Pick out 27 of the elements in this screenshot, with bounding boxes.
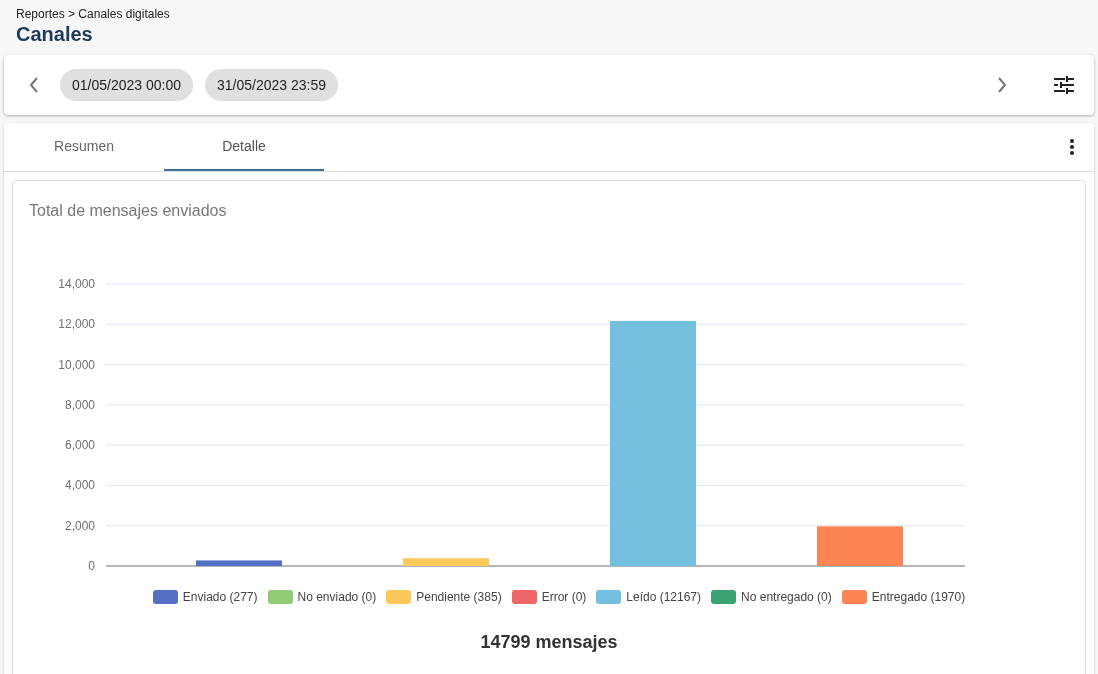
- legend-label: No entregado (0): [741, 590, 832, 604]
- legend-label: No enviado (0): [297, 590, 377, 604]
- chart-title: Total de mensajes enviados: [28, 201, 228, 221]
- y-axis-label: 4,000: [64, 478, 95, 493]
- y-axis-label: 12,000: [58, 317, 95, 332]
- chevron-right-icon[interactable]: [996, 76, 1008, 94]
- start-date-chip[interactable]: 01/05/2023 00:00: [60, 69, 193, 101]
- end-date-chip[interactable]: 31/05/2023 23:59: [205, 69, 338, 101]
- y-axis-label: 10,000: [58, 357, 95, 372]
- y-axis-label: 14,000: [58, 277, 95, 291]
- filter-settings-icon[interactable]: [1054, 76, 1074, 94]
- y-axis-label: 0: [88, 559, 95, 573]
- legend-label: Enviado (277): [182, 590, 258, 604]
- chevron-left-icon[interactable]: [28, 76, 40, 94]
- legend-label: Error (0): [541, 590, 587, 604]
- total-messages: 14799 mensajes: [479, 632, 619, 653]
- page-title: Canales: [16, 23, 94, 47]
- y-axis-label: 6,000: [64, 438, 95, 453]
- legend-label: Leído (12167): [626, 590, 702, 604]
- more-options-icon[interactable]: [1070, 139, 1074, 155]
- legend-label: Entregado (1970): [871, 590, 966, 604]
- legend-label: Pendiente (385): [416, 590, 502, 604]
- tab[interactable]: Detalle: [164, 123, 324, 171]
- y-axis-label: 8,000: [64, 397, 95, 412]
- breadcrumb: Reportes > Canales digitales: [16, 7, 171, 21]
- tab[interactable]: Resumen: [4, 123, 164, 171]
- y-axis-label: 2,000: [64, 518, 95, 533]
